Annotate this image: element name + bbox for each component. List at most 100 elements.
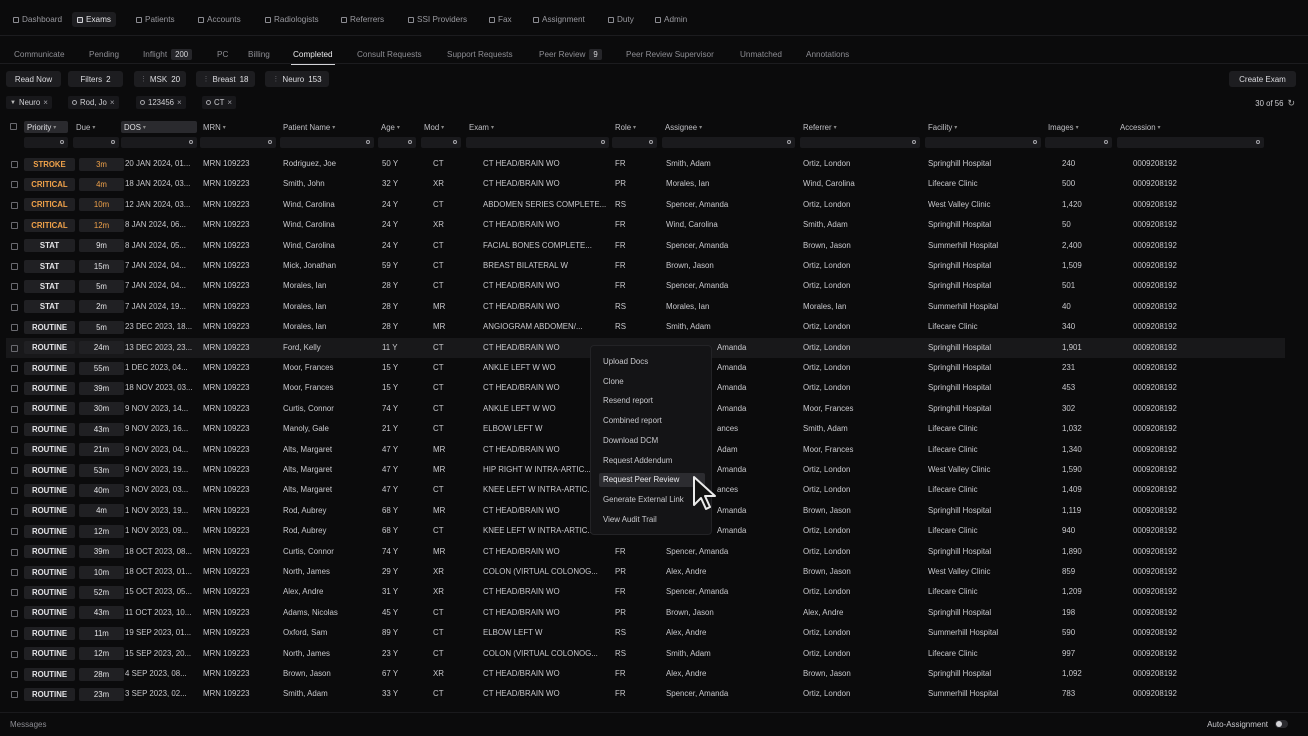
row-checkbox[interactable] <box>11 528 18 536</box>
worklist-neuro-button[interactable]: ⋮ Neuro 153 <box>265 71 329 87</box>
column-filter-input-role[interactable] <box>612 137 657 148</box>
remove-filter-icon[interactable]: × <box>43 98 48 107</box>
drag-handle-icon[interactable]: ⋮ <box>272 75 279 83</box>
column-filter-input-mrn[interactable] <box>200 137 276 148</box>
menu-item-resend-report[interactable]: Resend report <box>599 394 657 408</box>
table-row[interactable]: STAT 2m 7 JAN 2024, 19... MRN 109223 Morales… <box>6 297 1285 317</box>
row-checkbox[interactable] <box>11 201 18 209</box>
row-checkbox[interactable] <box>11 324 18 332</box>
table-row[interactable]: STAT 15m 7 JAN 2024, 04... MRN 109223 Mick, … <box>6 256 1285 276</box>
table-row[interactable]: ROUTINE 52m 15 OCT 2023, 05... MRN 109223 Al… <box>6 582 1285 602</box>
row-checkbox[interactable] <box>11 303 18 311</box>
tab-annotations[interactable]: Annotations <box>806 47 849 61</box>
read-now-button[interactable]: Read Now <box>6 71 61 87</box>
row-checkbox[interactable] <box>11 365 18 372</box>
nav-patients[interactable]: Patients <box>131 12 180 27</box>
column-filter-input-referrer[interactable] <box>800 137 920 148</box>
column-header-exam[interactable]: Exam ▾ <box>466 121 494 133</box>
column-header-facility[interactable]: Facility ▾ <box>925 121 957 133</box>
active-filter-chip[interactable]: Rod, Jo × <box>68 96 119 109</box>
create-exam-button[interactable]: Create Exam <box>1229 71 1296 87</box>
row-checkbox[interactable] <box>11 507 18 515</box>
column-header-priority[interactable]: Priority ▾ <box>24 121 68 133</box>
table-row[interactable]: ROUTINE 39m 18 OCT 2023, 08... MRN 109223 Cu… <box>6 542 1285 562</box>
nav-referrers[interactable]: Referrers <box>336 12 389 27</box>
menu-item-clone[interactable]: Clone <box>599 375 628 389</box>
menu-item-generate-external-link[interactable]: Generate External Link <box>599 493 688 507</box>
row-checkbox[interactable] <box>11 446 18 454</box>
column-filter-input-priority[interactable] <box>24 137 68 148</box>
nav-duty[interactable]: Duty <box>603 12 639 27</box>
nav-exams[interactable]: Exams <box>72 12 117 27</box>
filters-button[interactable]: Filters 2 <box>68 71 123 87</box>
row-checkbox[interactable] <box>11 263 18 270</box>
row-checkbox[interactable] <box>11 181 18 189</box>
refresh-icon[interactable]: ↻ <box>1287 98 1295 109</box>
column-filter-input-assignee[interactable] <box>662 137 795 148</box>
table-row[interactable]: ROUTINE 5m 23 DEC 2023, 18... MRN 109223 Mor… <box>6 317 1285 337</box>
menu-item-combined-report[interactable]: Combined report <box>599 414 666 428</box>
row-checkbox[interactable] <box>11 283 18 291</box>
remove-filter-icon[interactable]: × <box>110 98 115 107</box>
row-checkbox[interactable] <box>11 405 18 413</box>
column-header-role[interactable]: Role ▾ <box>612 121 636 133</box>
row-checkbox[interactable] <box>11 426 18 434</box>
table-row[interactable]: ROUTINE 10m 18 OCT 2023, 01... MRN 109223 No… <box>6 562 1285 582</box>
worklist-msk-button[interactable]: ⋮ MSK 20 <box>134 71 186 87</box>
row-checkbox[interactable] <box>11 242 18 250</box>
column-filter-input-age[interactable] <box>378 137 416 148</box>
drag-handle-icon[interactable]: ⋮ <box>202 75 209 83</box>
row-checkbox[interactable] <box>11 344 18 352</box>
row-checkbox[interactable] <box>11 671 18 678</box>
table-row[interactable]: ROUTINE 43m 11 OCT 2023, 10... MRN 109223 Ad… <box>6 603 1285 623</box>
table-row[interactable]: STROKE 3m 20 JAN 2024, 01... MRN 109223 Rodr… <box>6 154 1285 174</box>
column-filter-input-facility[interactable] <box>925 137 1041 148</box>
column-header-age[interactable]: Age ▾ <box>378 121 400 133</box>
column-filter-input-mod[interactable] <box>421 137 461 148</box>
column-filter-input-images[interactable] <box>1045 137 1112 148</box>
column-header-mrn[interactable]: MRN ▾ <box>200 121 226 133</box>
table-row[interactable]: ROUTINE 23m 3 SEP 2023, 02... MRN 109223 Smi… <box>6 684 1285 704</box>
drag-handle-icon[interactable]: ⋮ <box>140 75 147 83</box>
nav-ssi-providers[interactable]: SSI Providers <box>403 12 472 27</box>
column-filter-input-patient-name[interactable] <box>280 137 374 148</box>
column-header-patient-name[interactable]: Patient Name ▾ <box>280 121 335 133</box>
tab-inflight[interactable]: Inflight 200 <box>143 47 193 61</box>
nav-fax[interactable]: Fax <box>484 12 517 27</box>
column-filter-input-exam[interactable] <box>466 137 609 148</box>
row-checkbox[interactable] <box>11 609 18 617</box>
menu-item-download-dcm[interactable]: Download DCM <box>599 434 662 448</box>
row-checkbox[interactable] <box>11 222 18 230</box>
nav-radiologists[interactable]: Radiologists <box>260 12 324 27</box>
tab-communicate[interactable]: Communicate <box>14 47 65 61</box>
active-filter-chip[interactable]: CT × <box>202 96 237 109</box>
nav-admin[interactable]: Admin <box>650 12 692 27</box>
row-checkbox[interactable] <box>11 650 18 658</box>
nav-dashboard[interactable]: Dashboard <box>8 12 67 27</box>
menu-item-request-addendum[interactable]: Request Addendum <box>599 454 676 468</box>
column-filter-input-due[interactable] <box>73 137 119 148</box>
tab-peer-review[interactable]: Peer Review 9 <box>539 47 602 61</box>
tab-consult-requests[interactable]: Consult Requests <box>357 47 422 61</box>
row-checkbox[interactable] <box>11 161 18 168</box>
table-row[interactable]: CRITICAL 10m 12 JAN 2024, 03... MRN 109223 W… <box>6 195 1285 215</box>
row-checkbox[interactable] <box>11 589 18 597</box>
table-row[interactable]: ROUTINE 28m 4 SEP 2023, 08... MRN 109223 Bro… <box>6 664 1285 684</box>
column-header-images[interactable]: Images ▾ <box>1045 121 1079 133</box>
messages-link[interactable]: Messages <box>10 720 46 729</box>
tab-support-requests[interactable]: Support Requests <box>447 47 513 61</box>
active-filter-chip[interactable]: 123456 × <box>136 96 186 109</box>
tab-pc[interactable]: PC <box>217 47 228 61</box>
column-header-referrer[interactable]: Referrer ▾ <box>800 121 837 133</box>
table-row[interactable]: ROUTINE 12m 15 SEP 2023, 20... MRN 109223 No… <box>6 644 1285 664</box>
column-header-assignee[interactable]: Assignee ▾ <box>662 121 702 133</box>
tab-unmatched[interactable]: Unmatched <box>740 47 782 61</box>
worklist-breast-button[interactable]: ⋮ Breast 18 <box>196 71 255 87</box>
row-checkbox[interactable] <box>11 569 18 576</box>
row-checkbox[interactable] <box>11 548 18 556</box>
remove-filter-icon[interactable]: × <box>227 98 232 107</box>
active-filter-chip[interactable]: ▼ Neuro × <box>6 96 52 109</box>
table-row[interactable]: STAT 9m 8 JAN 2024, 05... MRN 109223 Wind, C… <box>6 236 1285 256</box>
table-row[interactable]: CRITICAL 4m 18 JAN 2024, 03... MRN 109223 Sm… <box>6 174 1285 194</box>
column-filter-input-dos[interactable] <box>121 137 197 148</box>
